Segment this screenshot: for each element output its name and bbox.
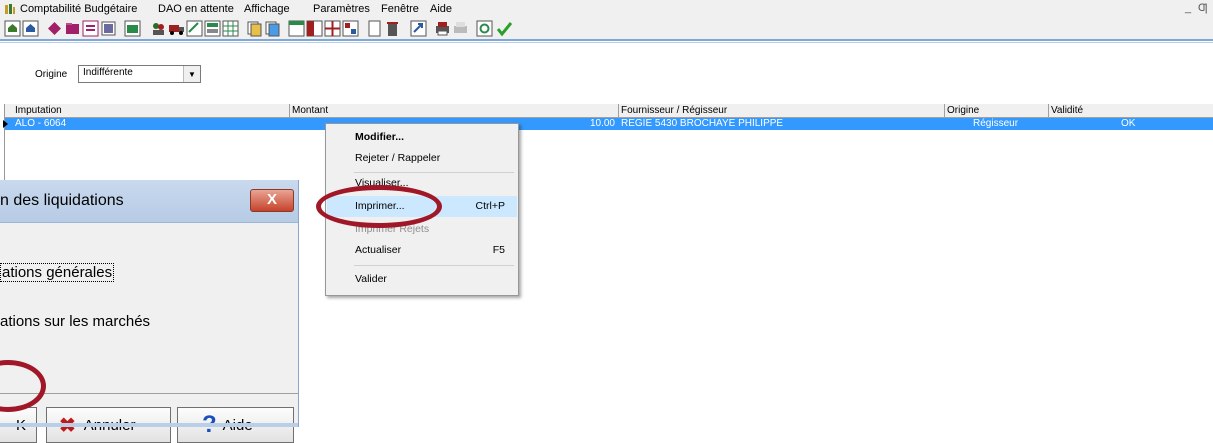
origine-select-value: Indifférente (83, 67, 133, 78)
grid-view-icon[interactable] (204, 20, 221, 37)
validate-check-icon[interactable] (496, 20, 513, 37)
chevron-down-icon[interactable]: ▼ (183, 66, 200, 82)
menu-fenetre[interactable]: Fenêtre (381, 3, 419, 15)
col-header-origine[interactable]: Origine (945, 104, 1049, 117)
option-liquidations-generales[interactable]: ations générales (0, 263, 115, 282)
doc-copy-icon[interactable] (246, 20, 263, 37)
menu-separator (354, 265, 514, 266)
dialog-footer-line (0, 423, 298, 427)
col-header-validite[interactable]: Validité (1049, 104, 1213, 117)
col-header-montant[interactable]: Montant (290, 104, 619, 117)
table-row[interactable]: ALO - 6064 10.00 REGIE 5430 BROCHAYE PHI… (3, 118, 1213, 130)
col-header-imputation[interactable]: Imputation (13, 104, 290, 117)
book-icon[interactable] (100, 20, 117, 37)
menu-dao-en-attente[interactable]: DAO en attente (158, 3, 234, 15)
dialog-titlebar: n des liquidations X (0, 180, 298, 223)
home-icon[interactable] (4, 20, 21, 37)
origine-select[interactable]: Indifférente ▼ (78, 65, 201, 83)
toolbar (0, 18, 1213, 39)
form-icon[interactable] (82, 20, 99, 37)
window-icon[interactable] (288, 20, 305, 37)
refresh-icon[interactable] (476, 20, 493, 37)
minimize-button[interactable]: _ (1185, 2, 1191, 14)
app-icon (4, 3, 16, 15)
window-split-icon[interactable] (306, 20, 323, 37)
option-liquidations-marches[interactable]: ations sur les marchés (0, 313, 150, 330)
dialog-divider (0, 393, 298, 394)
grid-header: Imputation Montant Fournisseur / Régisse… (5, 104, 1213, 118)
origine-label: Origine (35, 69, 68, 80)
toolbar-separator-light (0, 42, 1213, 43)
folder-icon[interactable] (64, 20, 81, 37)
menu-comptabilite[interactable]: Comptabilité Budgétaire (20, 3, 137, 15)
dialog-title: n des liquidations (0, 192, 124, 209)
cell-origine: Régisseur (973, 118, 1019, 129)
menu-item-rejeter[interactable]: Rejeter / Rappeler (327, 148, 517, 169)
home-alt-icon[interactable] (22, 20, 39, 37)
row-selector-icon (3, 120, 8, 128)
diamond-icon[interactable] (46, 20, 63, 37)
window-grid-icon[interactable] (324, 20, 341, 37)
window-tile-icon[interactable] (342, 20, 359, 37)
grid-table-icon[interactable] (222, 20, 239, 37)
restore-button[interactable]: Ƣ (1198, 2, 1208, 14)
menu-affichage[interactable]: Affichage (244, 3, 290, 15)
cell-validite: OK (1121, 118, 1136, 129)
col-header-fournisseur[interactable]: Fournisseur / Régisseur (619, 104, 945, 117)
annotation-circle-imprimer (316, 185, 442, 228)
print-disabled-icon[interactable] (452, 20, 469, 37)
cell-montant: 10.00 (589, 118, 615, 129)
cell-fournisseur: REGIE 5430 BROCHAYE PHILIPPE (621, 118, 784, 129)
delete-icon[interactable] (384, 20, 401, 37)
chart-green-icon[interactable] (124, 20, 141, 37)
menu-aide[interactable]: Aide (430, 3, 452, 15)
menu-parametres[interactable]: Paramètres (313, 3, 370, 15)
toolbar-separator (0, 39, 1213, 41)
doc-paste-icon[interactable] (264, 20, 281, 37)
export-icon[interactable] (410, 20, 427, 37)
page-icon[interactable] (366, 20, 383, 37)
grid-edit-icon[interactable] (186, 20, 203, 37)
users-icon[interactable] (150, 20, 167, 37)
menu-item-valider[interactable]: Valider (327, 269, 517, 290)
dialog-body: ations générales ations sur les marchés … (0, 223, 298, 443)
truck-icon[interactable] (168, 20, 185, 37)
menu-item-actualiser[interactable]: Actualiser F5 (327, 240, 517, 261)
menu-bar: Comptabilité Budgétaire DAO en attente A… (0, 0, 1213, 18)
cell-imputation: ALO - 6064 (15, 118, 67, 129)
menu-item-modifier[interactable]: Modifier... (327, 127, 517, 148)
close-icon[interactable]: X (250, 189, 294, 212)
print-icon[interactable] (434, 20, 451, 37)
